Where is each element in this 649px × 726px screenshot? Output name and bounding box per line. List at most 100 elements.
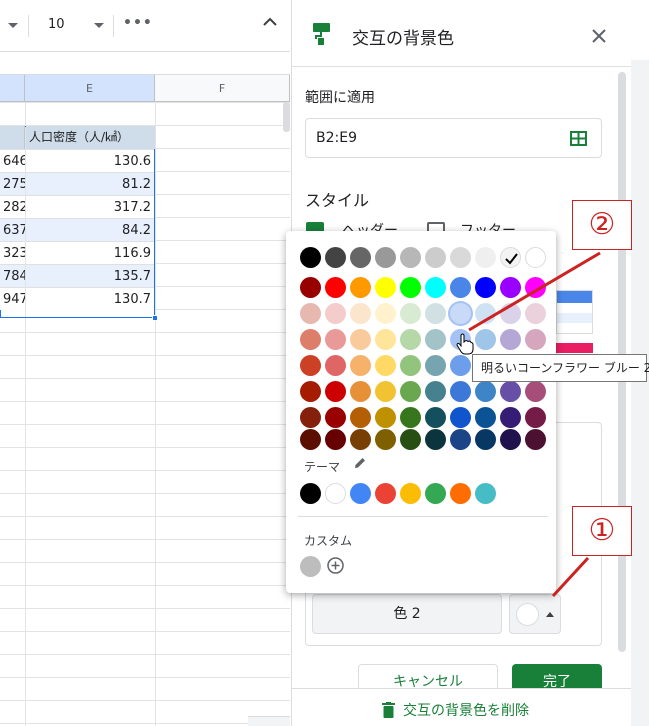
color-swatch[interactable] xyxy=(500,407,521,428)
color-swatch[interactable] xyxy=(425,247,446,268)
table-cell-e[interactable]: 116.9 xyxy=(26,241,154,264)
color-swatch[interactable] xyxy=(300,381,321,402)
color-swatch[interactable] xyxy=(450,429,471,450)
color-swatch[interactable] xyxy=(475,429,496,450)
table-cell-e[interactable]: 135.7 xyxy=(26,264,154,287)
table-cell-d[interactable]: 275 xyxy=(0,172,25,195)
fill-handle[interactable] xyxy=(152,315,158,321)
color-swatch[interactable] xyxy=(500,303,521,324)
color-swatch[interactable] xyxy=(350,355,371,376)
grid-select-icon[interactable] xyxy=(570,131,587,146)
color2-picker-button[interactable] xyxy=(509,594,561,634)
color-swatch[interactable] xyxy=(375,329,396,350)
color-swatch[interactable] xyxy=(400,329,421,350)
theme-color-swatch[interactable] xyxy=(350,483,371,504)
color-swatch[interactable] xyxy=(425,303,446,324)
color-swatch[interactable] xyxy=(500,277,521,298)
color-swatch[interactable] xyxy=(300,303,321,324)
color2-button[interactable]: 色 2 xyxy=(312,594,502,634)
color-swatch[interactable] xyxy=(525,381,546,402)
color-swatch[interactable] xyxy=(300,407,321,428)
theme-color-swatch[interactable] xyxy=(475,483,496,504)
color-swatch[interactable] xyxy=(400,355,421,376)
color-swatch[interactable] xyxy=(325,407,346,428)
theme-color-swatch[interactable] xyxy=(425,483,446,504)
color-swatch[interactable] xyxy=(500,329,521,350)
table-cell-e[interactable]: 130.7 xyxy=(26,287,154,310)
style-preset-preview-red[interactable] xyxy=(556,343,593,353)
color-swatch[interactable] xyxy=(425,355,446,376)
font-dropdown-arrow-icon[interactable] xyxy=(8,23,18,28)
color-swatch[interactable] xyxy=(525,407,546,428)
column-header-e[interactable]: E xyxy=(25,75,155,102)
table-cell-e[interactable]: 84.2 xyxy=(26,218,154,241)
color-swatch[interactable] xyxy=(500,381,521,402)
color-swatch[interactable] xyxy=(400,277,421,298)
color-swatch[interactable] xyxy=(450,381,471,402)
color-swatch[interactable] xyxy=(525,247,546,268)
color-swatch[interactable] xyxy=(450,247,471,268)
color-swatch[interactable] xyxy=(350,407,371,428)
color-swatch[interactable] xyxy=(525,303,546,324)
color-swatch[interactable] xyxy=(325,303,346,324)
color-swatch[interactable] xyxy=(425,277,446,298)
color-swatch[interactable] xyxy=(400,407,421,428)
font-size-input[interactable]: 10 xyxy=(48,17,65,32)
color-swatch[interactable] xyxy=(475,407,496,428)
color-swatch[interactable] xyxy=(400,381,421,402)
color-swatch[interactable] xyxy=(400,303,421,324)
color-swatch[interactable] xyxy=(300,247,321,268)
header-cell-d[interactable] xyxy=(0,126,25,149)
color-swatch[interactable] xyxy=(300,277,321,298)
table-cell-e[interactable]: 317.2 xyxy=(26,195,154,218)
selected-color-swatch[interactable] xyxy=(500,247,521,268)
table-cell-d[interactable]: 637 xyxy=(0,218,25,241)
color-swatch[interactable] xyxy=(525,429,546,450)
color-swatch[interactable] xyxy=(425,381,446,402)
color-swatch[interactable] xyxy=(425,429,446,450)
color-swatch[interactable] xyxy=(375,381,396,402)
color-swatch[interactable] xyxy=(375,303,396,324)
formula-bar[interactable] xyxy=(0,52,290,75)
header-cell-e[interactable]: 人口密度（人/㎢） xyxy=(26,126,155,149)
color-swatch[interactable] xyxy=(525,329,546,350)
color-swatch[interactable] xyxy=(500,429,521,450)
table-cell-d[interactable]: 282 xyxy=(0,195,25,218)
color-swatch[interactable] xyxy=(300,429,321,450)
color-swatch[interactable] xyxy=(350,247,371,268)
add-custom-color-icon[interactable] xyxy=(327,557,344,574)
grid-scrollbar-thumb[interactable] xyxy=(283,102,290,132)
range-field[interactable]: B2:E9 xyxy=(305,118,602,158)
table-cell-d[interactable]: 646 xyxy=(0,149,25,172)
color-swatch[interactable] xyxy=(350,381,371,402)
chevron-up-icon[interactable] xyxy=(262,14,278,30)
more-options-button[interactable]: ••• xyxy=(123,15,153,31)
table-cell-d[interactable]: 947 xyxy=(0,287,25,310)
horizontal-scrollbar[interactable] xyxy=(248,716,290,726)
table-cell-d[interactable]: 323 xyxy=(0,241,25,264)
style-preset-preview[interactable] xyxy=(556,290,593,334)
color-swatch[interactable] xyxy=(325,429,346,450)
column-header-d[interactable] xyxy=(0,75,25,102)
color-swatch[interactable] xyxy=(375,277,396,298)
color-swatch[interactable] xyxy=(325,277,346,298)
color-swatch[interactable] xyxy=(450,277,471,298)
table-cell-d[interactable]: 784 xyxy=(0,264,25,287)
color-swatch[interactable] xyxy=(450,355,471,376)
color-swatch[interactable] xyxy=(350,277,371,298)
theme-color-swatch[interactable] xyxy=(325,483,346,504)
color-swatch[interactable] xyxy=(525,277,546,298)
color-swatch[interactable] xyxy=(325,329,346,350)
theme-color-swatch[interactable] xyxy=(400,483,421,504)
color-swatch[interactable] xyxy=(375,247,396,268)
color-swatch[interactable] xyxy=(375,429,396,450)
color-swatch[interactable] xyxy=(475,247,496,268)
color-swatch[interactable] xyxy=(300,329,321,350)
color-swatch[interactable] xyxy=(375,407,396,428)
font-size-dropdown-arrow-icon[interactable] xyxy=(94,23,104,28)
color-swatch[interactable] xyxy=(475,303,496,324)
hovered-color-swatch[interactable] xyxy=(450,303,471,324)
color-swatch[interactable] xyxy=(325,247,346,268)
color-swatch[interactable] xyxy=(450,407,471,428)
theme-color-swatch[interactable] xyxy=(375,483,396,504)
